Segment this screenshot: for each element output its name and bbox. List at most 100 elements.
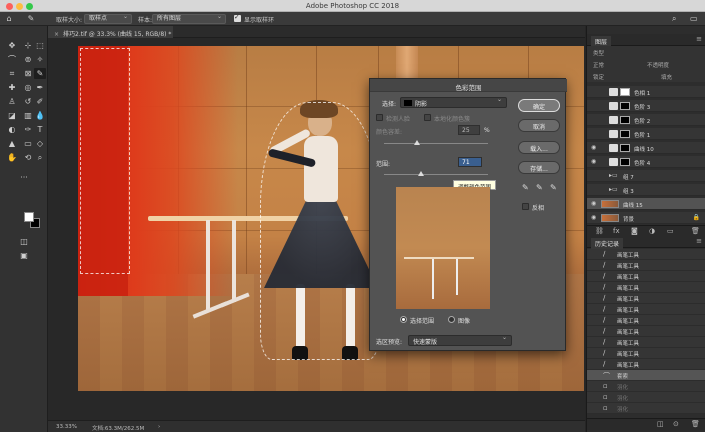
gradient-tool-icon[interactable]: ▥	[22, 110, 34, 121]
layer-row[interactable]: ▸▭ 组 7	[587, 170, 705, 182]
fuzziness-input[interactable]: 25	[458, 125, 480, 135]
history-item[interactable]: ∕ 画笔工具	[587, 337, 705, 348]
history-item[interactable]: ▫ 羽化	[587, 403, 705, 414]
history-item[interactable]: ∕ 画笔工具	[587, 271, 705, 282]
layer-mask-thumbnail[interactable]	[620, 130, 630, 138]
pen-tool-icon[interactable]: ✑	[22, 124, 34, 135]
eyedropper-icon[interactable]: ✎	[522, 183, 529, 192]
dodge-tool-icon[interactable]: ◐	[6, 124, 18, 135]
eyedropper-tool-icon[interactable]: ✎	[34, 68, 46, 79]
layer-mask-thumbnail[interactable]	[620, 116, 630, 124]
camera-icon[interactable]: ⊙	[673, 420, 679, 428]
delete-state-icon[interactable]: 🗑	[691, 420, 700, 428]
search-icon[interactable]: ⌕	[672, 14, 676, 24]
quick-select-tool-icon[interactable]: ⊚	[22, 54, 34, 65]
adjustment-icon[interactable]: ◑	[649, 227, 655, 235]
hand-tool-icon[interactable]: ✋	[6, 152, 18, 163]
shape-tool-icon[interactable]: ◇	[34, 138, 46, 149]
quick-mask-icon[interactable]: ◫	[18, 236, 30, 247]
panel-menu-icon[interactable]: ≡	[696, 237, 702, 245]
show-ring-checkbox[interactable]	[234, 13, 241, 22]
eyedropper-tool-icon[interactable]: ✎	[26, 14, 36, 24]
select-dropdown[interactable]: 阴影	[400, 96, 507, 108]
art-brush-tool-icon[interactable]: ✐	[34, 96, 46, 107]
layer-kind-filter[interactable]: 类型	[593, 49, 604, 57]
visibility-eye-icon[interactable]: ◉	[591, 214, 596, 221]
blur-tool-icon[interactable]: 💧	[34, 110, 46, 121]
history-item[interactable]: ∕ 画笔工具	[587, 282, 705, 293]
home-icon[interactable]: ⌂	[4, 14, 14, 24]
workspace-icon[interactable]: ▭	[690, 14, 698, 23]
path-select-tool-icon[interactable]: ▲	[6, 138, 18, 149]
zoom-level[interactable]: 33.33%	[56, 424, 77, 430]
history-tab[interactable]: 历史记录	[591, 238, 624, 249]
selection-preview[interactable]	[396, 187, 490, 309]
localized-clusters-checkbox[interactable]	[424, 114, 431, 121]
magic-wand-tool-icon[interactable]: ✧	[34, 54, 46, 65]
cancel-button[interactable]: 取消	[518, 119, 560, 132]
document-tab[interactable]: × 排巧2.tif @ 33.3% (曲线 15, RGB/8) *	[48, 26, 173, 38]
history-item[interactable]: ∕ 画笔工具	[587, 260, 705, 271]
panel-menu-icon[interactable]: ≡	[696, 35, 702, 43]
visibility-eye-icon[interactable]: ◉	[591, 144, 596, 151]
marquee-tool-icon[interactable]: ⬚	[34, 40, 46, 51]
layer-thumbnail[interactable]	[601, 200, 619, 208]
fuzziness-slider-thumb[interactable]	[414, 140, 420, 145]
blend-mode-select[interactable]: 正常	[593, 61, 604, 69]
more-tools-icon[interactable]: ···	[18, 172, 30, 183]
load-button[interactable]: 载入...	[518, 141, 560, 154]
selection-preview-dropdown[interactable]: 快速蒙版	[408, 334, 512, 346]
layer-mask-thumbnail[interactable]	[620, 144, 630, 152]
eyedropper-minus-icon[interactable]: ✎	[550, 183, 557, 192]
layer-row[interactable]: 色阶 1	[587, 128, 705, 140]
visibility-eye-icon[interactable]: ◉	[591, 200, 596, 207]
ok-button[interactable]: 确定	[518, 99, 560, 112]
clone-stamp-tool-icon[interactable]: ♙	[6, 96, 18, 107]
layer-thumbnail[interactable]	[601, 214, 619, 222]
invert-checkbox[interactable]	[522, 203, 529, 210]
fuzziness-slider-track[interactable]	[384, 143, 488, 144]
detect-faces-checkbox[interactable]	[376, 114, 383, 121]
sample-size-select[interactable]: 取样点	[84, 13, 132, 24]
foreground-color-swatch[interactable]	[24, 212, 34, 222]
patch-tool-icon[interactable]: ◎	[22, 82, 34, 93]
layer-mask-thumbnail[interactable]	[620, 88, 630, 96]
eyedropper-plus-icon[interactable]: ✎	[536, 183, 543, 192]
save-button[interactable]: 存储...	[518, 161, 560, 174]
add-mask-icon[interactable]: ◙	[631, 227, 638, 235]
history-brush-tool-icon[interactable]: ↺	[22, 96, 34, 107]
history-item[interactable]: ∕ 画笔工具	[587, 315, 705, 326]
layer-mask-thumbnail[interactable]	[620, 158, 630, 166]
history-item[interactable]: ∕ 画笔工具	[587, 249, 705, 260]
layer-row[interactable]: ◉ 背景 🔒	[587, 212, 705, 224]
lasso-tool-icon[interactable]: ⌒	[6, 54, 18, 65]
screen-mode-icon[interactable]: ▣	[18, 250, 30, 261]
artboard-tool-icon[interactable]: ⊹	[22, 40, 34, 51]
layer-row[interactable]: 色相 1	[587, 86, 705, 98]
frame-tool-icon[interactable]: ⊠	[22, 68, 34, 79]
close-tab-icon[interactable]: ×	[54, 31, 59, 38]
rotate-view-tool-icon[interactable]: ⟲	[22, 152, 34, 163]
history-item[interactable]: ∕ 画笔工具	[587, 304, 705, 315]
layer-row[interactable]: ◉ 色阶 4	[587, 156, 705, 168]
layer-row[interactable]: 色阶 3	[587, 100, 705, 112]
layer-style-icon[interactable]: fx	[613, 227, 620, 235]
brush-tool-icon[interactable]: ✒	[34, 82, 46, 93]
type-tool-icon[interactable]: T	[34, 124, 46, 135]
selection-radio[interactable]	[400, 316, 407, 323]
range-input[interactable]: 71	[458, 157, 482, 167]
history-item[interactable]: ▫ 羽化	[587, 381, 705, 392]
range-slider-thumb[interactable]	[418, 171, 424, 176]
layer-row[interactable]: ◉ 曲线 10	[587, 142, 705, 154]
history-item[interactable]: ∕ 画笔工具	[587, 326, 705, 337]
zoom-tool-icon[interactable]: ⌕	[34, 152, 46, 163]
delete-layer-icon[interactable]: 🗑	[691, 227, 700, 235]
visibility-eye-icon[interactable]: ◉	[591, 158, 596, 165]
history-item-selected[interactable]: ⌒ 套索	[587, 370, 705, 381]
layer-row-selected[interactable]: ◉ 曲线 15	[587, 198, 705, 210]
range-slider-track[interactable]	[384, 174, 488, 175]
history-item[interactable]: ∕ 画笔工具	[587, 348, 705, 359]
healing-tool-icon[interactable]: ✚	[6, 82, 18, 93]
sample-select[interactable]: 所有图层	[152, 13, 226, 24]
link-layers-icon[interactable]: ⛓	[595, 227, 604, 235]
